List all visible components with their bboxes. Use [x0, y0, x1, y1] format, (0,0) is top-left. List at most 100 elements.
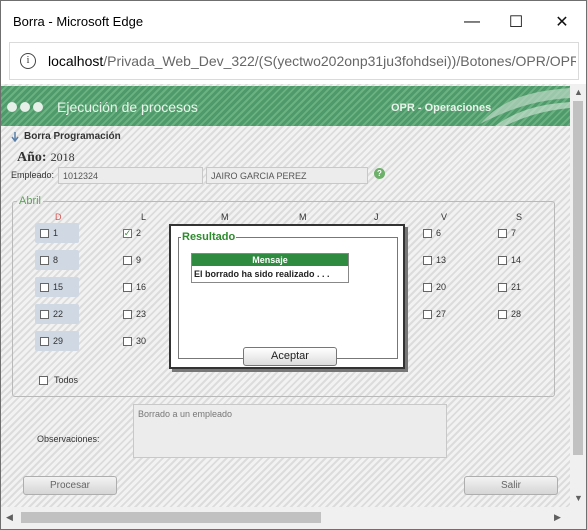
app-header: Ejecución de procesos OPR - Operaciones	[1, 86, 570, 126]
day-cell[interactable]: 29	[35, 331, 79, 351]
day-number: 20	[436, 282, 447, 292]
year-row: Año: 2018	[17, 148, 75, 166]
scroll-down-icon[interactable]: ▼	[574, 493, 583, 503]
day-number: 1	[53, 228, 59, 238]
horizontal-scrollbar[interactable]: ◀ ▶	[1, 507, 586, 529]
day-cell[interactable]: 27	[423, 309, 446, 319]
day-number: 28	[511, 309, 522, 319]
day-header: D	[55, 212, 62, 222]
minimize-button[interactable]: —	[449, 1, 495, 42]
help-icon[interactable]: ?	[374, 168, 385, 179]
day-number: 30	[136, 336, 147, 346]
day-checkbox[interactable]	[498, 228, 507, 238]
day-checkbox[interactable]	[423, 282, 432, 292]
day-cell[interactable]: 6	[423, 228, 441, 238]
day-header: J	[374, 212, 379, 222]
day-cell[interactable]: 13	[423, 255, 446, 265]
horizontal-scroll-thumb[interactable]	[21, 512, 321, 523]
info-icon[interactable]: i	[20, 53, 36, 69]
day-checkbox[interactable]	[498, 282, 507, 292]
address-bar[interactable]: i localhost/Privada_Web_Dev_322/(S(yectw…	[9, 42, 579, 80]
day-cell[interactable]: 8	[35, 250, 79, 270]
day-number: 6	[436, 228, 442, 238]
day-cell[interactable]: 20	[423, 282, 446, 292]
day-cell[interactable]: 23	[123, 309, 146, 319]
day-cell[interactable]: 22	[35, 304, 79, 324]
year-label: Año:	[17, 150, 47, 165]
day-checkbox[interactable]	[423, 309, 432, 319]
exit-button[interactable]: Salir	[464, 476, 558, 495]
day-number: 23	[136, 309, 147, 319]
day-checkbox[interactable]	[123, 255, 132, 265]
day-header: L	[141, 212, 147, 222]
dot-icon	[7, 102, 17, 112]
header-decoration-icon	[480, 88, 570, 126]
day-cell[interactable]: 28	[498, 309, 521, 319]
result-dialog: Resultado Mensaje El borrado ha sido rea…	[169, 224, 405, 369]
day-checkbox[interactable]	[40, 336, 49, 346]
day-number: 8	[53, 255, 59, 265]
day-checkbox[interactable]	[498, 309, 507, 319]
day-number: 9	[136, 255, 142, 265]
day-checkbox[interactable]	[423, 228, 432, 238]
dot-icon	[33, 102, 43, 112]
day-number: 21	[511, 282, 522, 292]
day-cell[interactable]: 30	[123, 336, 146, 346]
day-number: 29	[53, 336, 64, 346]
day-header: V	[441, 212, 448, 222]
day-checkbox[interactable]: ✓	[123, 228, 132, 238]
day-checkbox[interactable]	[123, 309, 132, 319]
page-content: Ejecución de procesos OPR - Operaciones …	[1, 84, 570, 507]
day-checkbox[interactable]	[40, 282, 49, 292]
day-cell[interactable]: 14	[498, 255, 521, 265]
day-number: 13	[436, 255, 447, 265]
employee-id-field[interactable]: 1012324	[58, 167, 203, 184]
select-all-label: Todos	[54, 375, 79, 385]
vertical-scroll-thumb[interactable]	[573, 101, 583, 455]
minimize-icon: —	[464, 12, 480, 30]
day-header: S	[516, 212, 523, 222]
process-button[interactable]: Procesar	[23, 476, 117, 495]
message-text: El borrado ha sido realizado . . .	[192, 266, 348, 282]
select-all-row[interactable]: Todos	[39, 375, 78, 385]
day-checkbox[interactable]	[40, 228, 49, 238]
select-all-checkbox[interactable]	[39, 375, 48, 385]
day-cell[interactable]: 21	[498, 282, 521, 292]
day-number: 15	[53, 282, 64, 292]
day-cell[interactable]: 9	[123, 255, 141, 265]
day-cell[interactable]: ✓ 2	[123, 228, 141, 238]
url-path: /Privada_Web_Dev_322/(S(yectwo202onp31ju…	[103, 53, 576, 69]
day-checkbox[interactable]	[123, 282, 132, 292]
day-cell[interactable]: 7	[498, 228, 516, 238]
message-table: Mensaje El borrado ha sido realizado . .…	[191, 253, 349, 283]
day-cell[interactable]: 16	[123, 282, 146, 292]
day-cell[interactable]: 1	[35, 223, 79, 243]
scroll-right-icon[interactable]: ▶	[554, 512, 561, 523]
header-title: Ejecución de procesos	[57, 99, 198, 115]
day-cell[interactable]: 15	[35, 277, 79, 297]
day-number: 7	[511, 228, 517, 238]
url-host: localhost	[48, 53, 104, 69]
day-checkbox[interactable]	[40, 309, 49, 319]
close-icon: ✕	[555, 13, 569, 31]
maximize-button[interactable]: ☐	[493, 1, 539, 42]
down-arrow-icon	[11, 131, 19, 142]
observations-textarea[interactable]: Borrado a un empleado	[133, 404, 447, 458]
maximize-icon: ☐	[508, 13, 524, 31]
day-checkbox[interactable]	[498, 255, 507, 265]
employee-name-field[interactable]: JAIRO GARCIA PEREZ	[206, 167, 368, 184]
browser-window: Borra - Microsoft Edge — ☐ ✕ i localhost…	[0, 0, 587, 530]
observations-label: Observaciones:	[37, 434, 100, 444]
vertical-scrollbar[interactable]: ▲ ▼	[570, 84, 586, 507]
day-checkbox[interactable]	[423, 255, 432, 265]
accept-button[interactable]: Aceptar	[243, 347, 337, 366]
title-bar: Borra - Microsoft Edge — ☐ ✕	[1, 1, 586, 42]
day-checkbox[interactable]	[123, 336, 132, 346]
scroll-up-icon[interactable]: ▲	[574, 87, 583, 97]
close-button[interactable]: ✕	[539, 1, 585, 42]
day-number: 27	[436, 309, 447, 319]
day-number: 14	[511, 255, 522, 265]
day-checkbox[interactable]	[40, 255, 49, 265]
scroll-left-icon[interactable]: ◀	[6, 512, 13, 523]
url-text[interactable]: localhost/Privada_Web_Dev_322/(S(yectwo2…	[48, 53, 576, 69]
